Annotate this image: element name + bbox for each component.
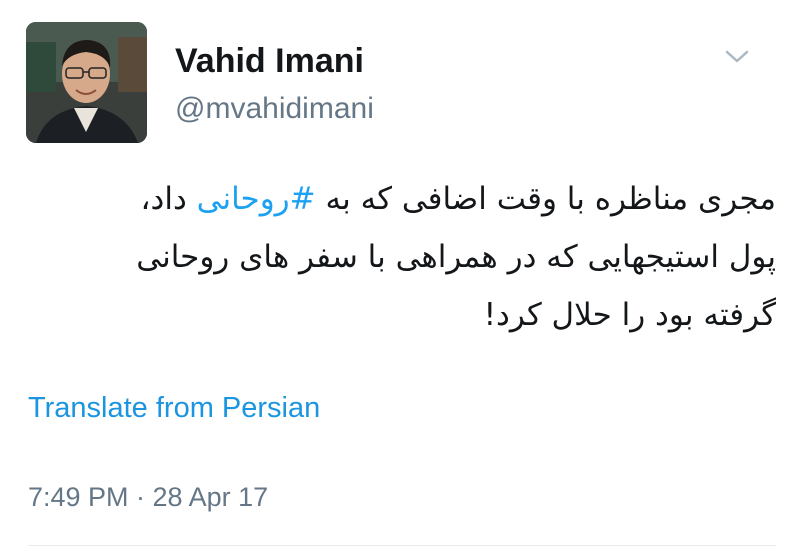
translate-link[interactable]: Translate from Persian xyxy=(28,392,320,425)
hashtag-link[interactable]: #روحانی xyxy=(197,181,316,217)
divider xyxy=(28,545,776,546)
tweet-text-segment: داد، xyxy=(140,181,197,217)
tweet-line-3: گرفته بود را حلال کرد! xyxy=(483,297,776,333)
chevron-down-icon xyxy=(725,50,749,63)
tweet-line-1: مجری مناظره با وقت اضافی که به #روحانی د… xyxy=(28,170,776,228)
avatar[interactable] xyxy=(26,22,147,143)
avatar-photo xyxy=(26,22,147,143)
display-name[interactable]: Vahid Imani xyxy=(175,42,364,81)
user-handle[interactable]: @mvahidimani xyxy=(175,92,374,126)
tweet-text: مجری مناظره با وقت اضافی که به #روحانی د… xyxy=(28,170,776,344)
tweet-line-2: پول استیجهایی که در همراهی با سفر های رو… xyxy=(136,239,776,275)
tweet-card: Vahid Imani @mvahidimani مجری مناظره با … xyxy=(0,0,800,557)
tweet-text-segment: مجری مناظره با وقت اضافی که به xyxy=(315,181,776,217)
tweet-timestamp[interactable]: 7:49 PM · 28 Apr 17 xyxy=(28,482,268,513)
tweet-menu-button[interactable] xyxy=(720,42,754,72)
